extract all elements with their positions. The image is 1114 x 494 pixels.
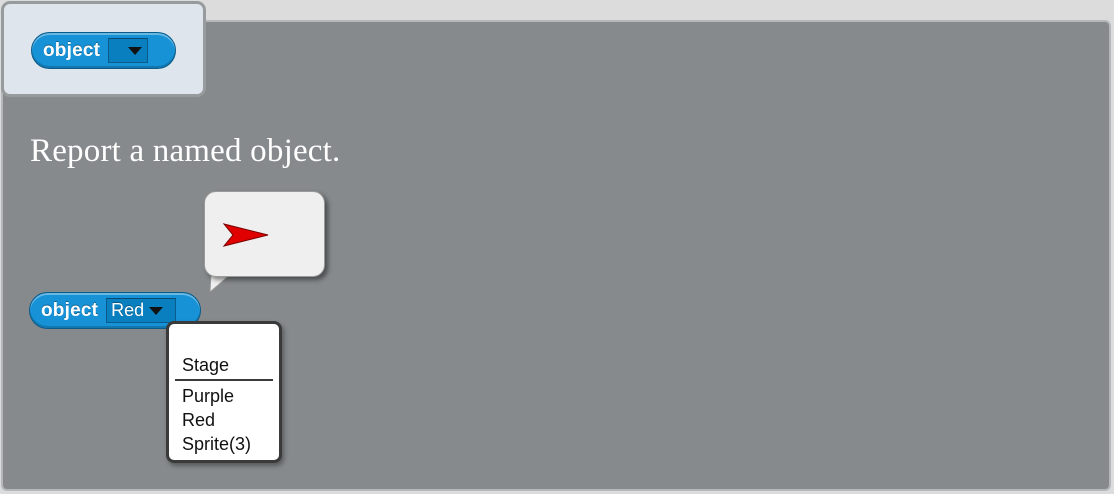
menu-item-stage[interactable]: Stage [182,355,229,376]
red-arrow-sprite-icon [222,223,269,247]
menu-item-sprite-3[interactable]: Sprite(3) [182,434,251,455]
dropdown-arrow-icon[interactable] [149,306,164,315]
speech-bubble [204,191,325,277]
block-label: object [43,39,101,61]
palette-object-block[interactable]: object [31,32,176,69]
menu-separator [175,379,273,381]
menu-item-red[interactable]: Red [182,410,215,431]
object-slot-dropdown[interactable] [108,38,149,63]
object-slot-dropdown[interactable]: Red [106,298,177,323]
slot-value: Red [111,300,145,320]
block-label: object [41,299,99,321]
help-description: Report a named object. [30,133,341,169]
object-dropdown-menu: Stage Purple Red Sprite(3) [166,321,282,463]
block-palette-tab: object [1,1,206,97]
dropdown-arrow-icon[interactable] [128,46,143,55]
menu-item-purple[interactable]: Purple [182,386,234,407]
page: object Report a named object. object Red… [0,0,1114,494]
